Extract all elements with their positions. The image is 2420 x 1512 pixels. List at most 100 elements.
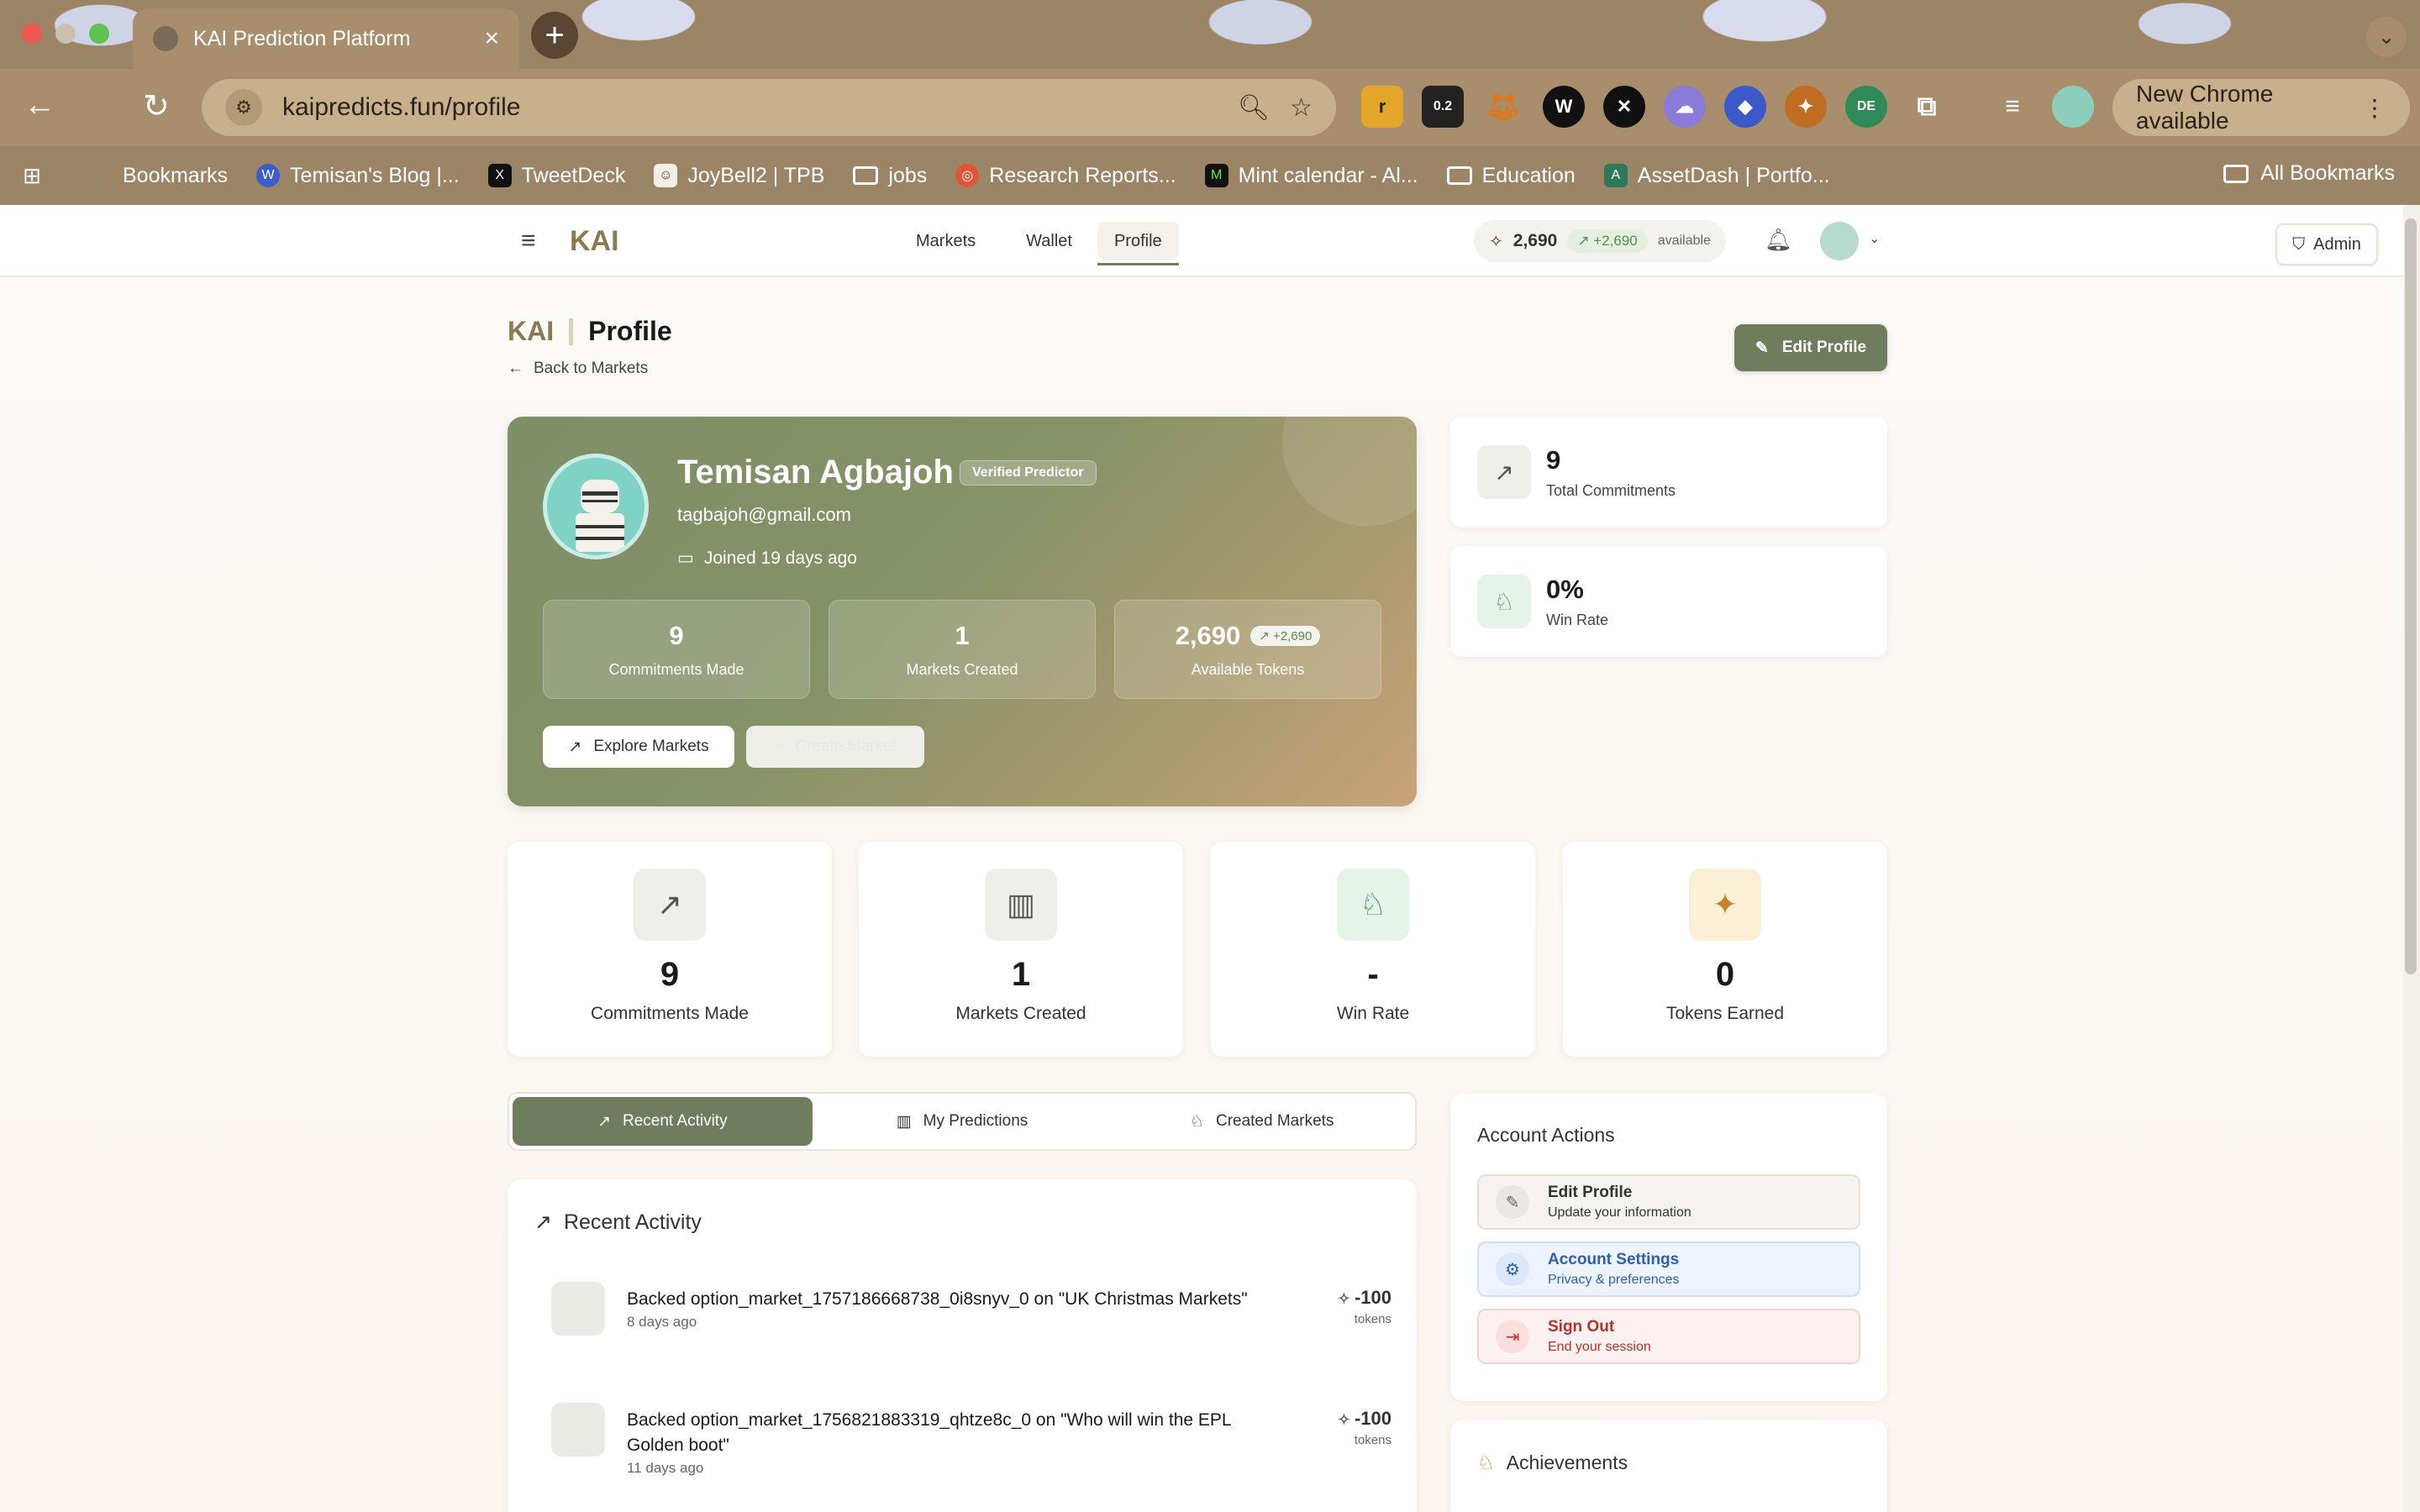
puzzle-icon[interactable]: ⧉ xyxy=(1906,86,1948,128)
create-market-button[interactable]: + Create Market xyxy=(746,726,924,768)
all-bookmarks-button[interactable]: All Bookmarks xyxy=(2223,161,2395,186)
trend-up-icon: ↗ xyxy=(1577,233,1594,249)
nav-wallet[interactable]: Wallet xyxy=(1001,205,1097,277)
arrow-left-icon: ← xyxy=(508,360,523,377)
verified-badge: Verified Predictor xyxy=(960,460,1097,486)
bar-chart-icon: ▥ xyxy=(985,869,1057,941)
bookmark-item[interactable]: M Mint calendar - Al... xyxy=(1204,164,1418,188)
folder-icon xyxy=(2223,164,2249,183)
extension-r-icon[interactable]: r xyxy=(1361,86,1403,128)
browser-toolbar: ← ↻ ⚙ kaipredicts.fun/profile 🔍︎ ☆ r 0.2… xyxy=(0,69,2420,146)
nav-markets[interactable]: Markets xyxy=(891,205,1001,277)
app-header: ≡ KAI Markets Wallet Profile ✧ 2,690 ↗ +… xyxy=(0,205,2403,277)
bookmark-label: JoyBell2 | TPB xyxy=(687,163,825,187)
sign-out-action[interactable]: ⇥ Sign Out End your session xyxy=(1477,1309,1860,1364)
calendar-icon: ▭ xyxy=(677,549,694,568)
tab-label: Recent Activity xyxy=(622,1112,728,1130)
chrome-update-label: New Chrome available xyxy=(2136,81,2274,134)
tab-label: Created Markets xyxy=(1215,1112,1334,1130)
reload-icon[interactable]: ↻ xyxy=(143,87,170,125)
explore-markets-button[interactable]: ↗ Explore Markets xyxy=(543,726,734,768)
new-tab-button[interactable]: + xyxy=(531,12,578,59)
apps-grid-icon[interactable]: ⊞ xyxy=(20,163,44,188)
menu-icon[interactable]: ≡ xyxy=(521,227,536,255)
joined-date: ▭ Joined 19 days ago xyxy=(677,548,857,569)
tab-recent-activity[interactable]: ↗ Recent Activity xyxy=(513,1097,813,1146)
research-icon: ◎ xyxy=(955,164,980,187)
back-arrow-icon[interactable]: ← xyxy=(24,87,55,123)
address-bar[interactable]: ⚙ kaipredicts.fun/profile 🔍︎ ☆ xyxy=(202,79,1336,136)
chevron-down-icon[interactable]: ⌄ xyxy=(1869,230,1880,247)
activity-amount: -100 xyxy=(1354,1287,1392,1308)
minimize-window-button[interactable] xyxy=(55,24,76,44)
action-title: Account Settings xyxy=(1548,1251,1680,1268)
x-icon[interactable]: ✕ xyxy=(1603,86,1645,128)
tab-favicon-icon xyxy=(153,26,178,51)
bookmark-folder[interactable]: jobs xyxy=(853,164,927,188)
achievements-panel: ♘ Achievements xyxy=(1450,1420,1887,1512)
tab-my-predictions[interactable]: ▥ My Predictions xyxy=(813,1097,1113,1146)
close-window-button[interactable] xyxy=(22,24,42,44)
edit-profile-button[interactable]: ✎ Edit Profile xyxy=(1734,324,1887,371)
bookmark-item[interactable]: ☺ JoyBell2 | TPB xyxy=(654,164,824,188)
bookmark-folder[interactable]: Education xyxy=(1446,164,1576,188)
edit-profile-label: Edit Profile xyxy=(1781,339,1867,356)
media-control-icon[interactable]: ≡ xyxy=(1991,86,2033,128)
edit-profile-action[interactable]: ✎ Edit Profile Update your information xyxy=(1477,1174,1860,1230)
avatar[interactable] xyxy=(1820,222,1859,260)
chrome-update-button[interactable]: New Chrome available ⋮ xyxy=(2112,79,2410,136)
bookmark-star-icon[interactable]: ☆ xyxy=(1290,93,1313,123)
tab-created-markets[interactable]: ♘ Created Markets xyxy=(1112,1097,1412,1146)
bell-icon[interactable]: 🔔︎ xyxy=(1765,227,1792,253)
assetdash-icon: A xyxy=(1603,164,1628,187)
admin-label: Admin xyxy=(2313,234,2361,254)
bookmark-item[interactable]: A AssetDash | Portfo... xyxy=(1603,164,1830,188)
activity-time: 11 days ago xyxy=(627,1460,704,1476)
create-market-label: Create Market xyxy=(795,738,897,755)
admin-button[interactable]: ⛉ Admin xyxy=(2275,223,2378,265)
bookmark-item[interactable]: W Temisan's Blog |... xyxy=(256,164,460,188)
browser-tab-active[interactable]: KAI Prediction Platform × xyxy=(133,8,519,69)
trend-up-icon: ↗ xyxy=(1259,629,1274,643)
bookmark-label: jobs xyxy=(888,163,928,187)
stat-value: 9 xyxy=(660,956,680,993)
maximize-window-button[interactable] xyxy=(89,24,109,44)
wordpress-icon: W xyxy=(256,164,281,187)
nav-profile[interactable]: Profile xyxy=(1097,222,1179,265)
more-vert-icon[interactable]: ⋮ xyxy=(2363,94,2386,122)
bookmark-label: TweetDeck xyxy=(521,163,626,187)
url-text[interactable]: kaipredicts.fun/profile xyxy=(282,93,1218,122)
app-logo[interactable]: KAI xyxy=(570,225,619,258)
close-icon[interactable]: × xyxy=(484,24,499,53)
token-change-badge: ↗ +2,690 xyxy=(1250,626,1321,646)
summary-value: 0% xyxy=(1546,575,1584,604)
metamask-icon[interactable]: 🦊︎ xyxy=(1482,86,1524,128)
bookmark-label: Bookmarks xyxy=(123,163,229,187)
trend-up-icon: ↗ xyxy=(634,869,706,941)
scrollbar-thumb[interactable] xyxy=(2405,218,2417,974)
profile-avatar-icon[interactable] xyxy=(2052,86,2094,128)
logout-icon: ⇥ xyxy=(1496,1320,1529,1353)
extension-w-icon[interactable]: W xyxy=(1543,86,1585,128)
site-info-icon[interactable]: ⚙ xyxy=(225,89,262,126)
extension-orange-icon[interactable]: ✦ xyxy=(1785,86,1827,128)
account-settings-action[interactable]: ⚙ Account Settings Privacy & preferences xyxy=(1477,1242,1860,1297)
action-subtitle: End your session xyxy=(1548,1340,1651,1354)
back-to-markets-link[interactable]: ← Back to Markets xyxy=(508,360,648,378)
zoom-icon[interactable]: 🔍︎ xyxy=(1238,93,1270,123)
tab-search-button[interactable]: ⌄ xyxy=(2366,17,2407,57)
extension-blue-icon[interactable]: ◆ xyxy=(1724,86,1766,128)
extension-counter-icon[interactable]: 0.2 xyxy=(1422,86,1464,128)
tab-title: KAI Prediction Platform xyxy=(193,26,411,50)
activity-text: Backed option_market_1757186668738_0i8sn… xyxy=(627,1289,1248,1309)
section-title: Account Actions xyxy=(1477,1124,1615,1146)
bookmark-item[interactable]: ◎ Research Reports... xyxy=(955,164,1176,188)
page-title: KAI Profile xyxy=(508,316,672,347)
balance-change-badge: ↗ +2,690 xyxy=(1567,229,1648,253)
extension-cloud-icon[interactable]: ☁ xyxy=(1664,86,1706,128)
bookmark-item[interactable]: X TweetDeck xyxy=(487,163,626,188)
translate-icon[interactable]: DE xyxy=(1845,86,1887,128)
bookmark-item[interactable]: Bookmarks xyxy=(123,164,228,188)
profile-avatar xyxy=(543,454,649,559)
token-balance[interactable]: ✧ 2,690 ↗ +2,690 available xyxy=(1474,220,1726,262)
